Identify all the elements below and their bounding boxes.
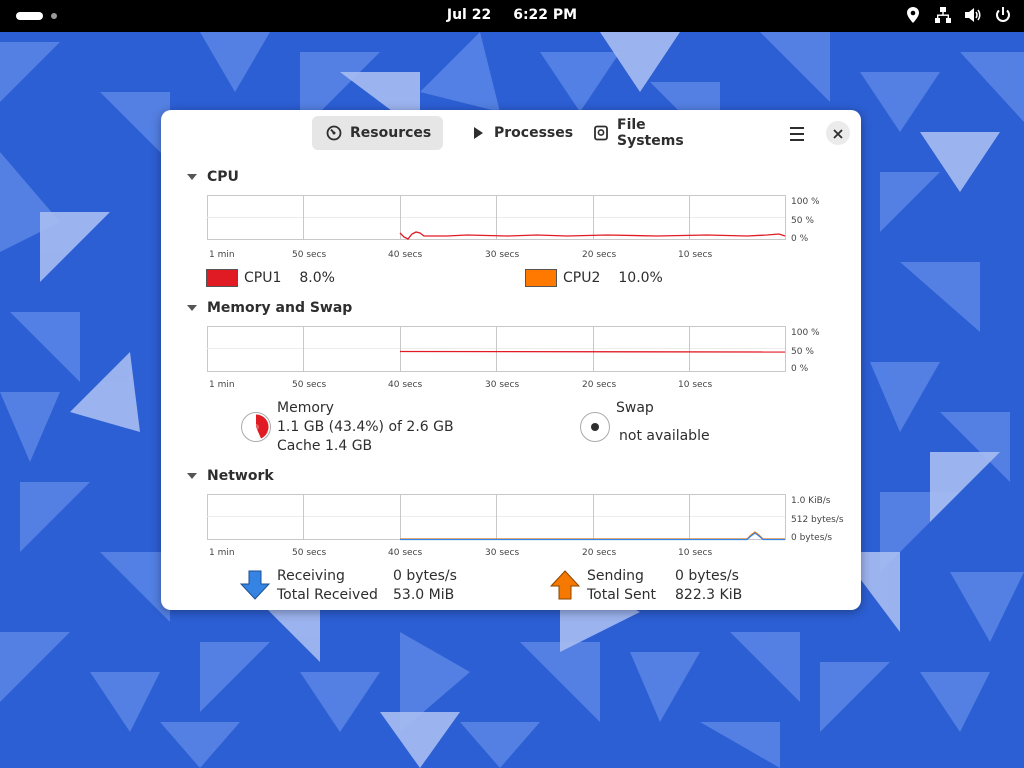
sending-value: 0 bytes/s [675,568,739,584]
memory-x-label: 30 secs [485,380,519,390]
close-icon [833,124,843,143]
header-bar: Resources Processes File Systems [161,110,861,156]
cpu-x-label: 40 secs [388,250,422,260]
cpu-y-label: 100 % [791,197,820,207]
cpu-y-label: 0 % [791,234,809,244]
network-y-label: 1.0 KiB/s [791,496,831,506]
close-button[interactable] [826,121,850,145]
memory-section-header[interactable]: Memory and Swap [187,300,352,316]
cpu1-name: CPU1 [244,270,282,286]
network-section-title: Network [207,468,274,484]
system-tray[interactable] [904,6,1012,24]
cpu2-value: 10.0% [618,270,663,286]
network-x-label: 50 secs [292,548,326,558]
sending-label: Sending [587,568,644,584]
cpu-x-label: 50 secs [292,250,326,260]
memory-x-label: 50 secs [292,380,326,390]
memory-y-label: 0 % [791,364,809,374]
total-received-value: 53.0 MiB [393,587,455,603]
cpu1-value: 8.0% [299,270,335,286]
main-menu-button[interactable] [785,124,809,144]
gauge-icon [326,125,342,141]
upload-arrow-icon [549,570,581,604]
cpu2-legend: CPU2 10.0% [525,269,663,287]
play-icon [470,125,486,141]
system-monitor-window: Resources Processes File Systems CPU 1 m… [161,110,861,610]
network-y-label: 512 bytes/s [791,515,844,525]
network-section-header[interactable]: Network [187,468,274,484]
cpu-graph: 1 min 50 secs 40 secs 30 secs 20 secs 10… [207,195,847,263]
receiving-value: 0 bytes/s [393,568,457,584]
memory-x-label: 1 min [209,380,235,390]
tab-processes-label: Processes [494,125,574,141]
total-sent-value: 822.3 KiB [675,587,743,603]
cpu2-name: CPU2 [563,270,601,286]
clock-time: 6:22 PM [513,7,578,23]
cpu-x-label: 1 min [209,250,235,260]
cpu-x-label: 20 secs [582,250,616,260]
cpu-x-label: 10 secs [678,250,712,260]
cpu-section-header[interactable]: CPU [187,169,239,185]
cache-value: Cache 1.4 GB [277,438,373,454]
network-x-label: 20 secs [582,548,616,558]
power-icon[interactable] [994,6,1012,24]
tab-file-systems[interactable]: File Systems [579,116,713,150]
memory-label: Memory [277,400,334,416]
download-arrow-icon [239,570,271,604]
network-y-label: 0 bytes/s [791,533,832,543]
memory-graph: 1 min 50 secs 40 secs 30 secs 20 secs 10… [207,326,847,392]
disk-icon [593,125,609,141]
memory-x-label: 40 secs [388,380,422,390]
network-x-label: 1 min [209,548,235,558]
cpu1-legend: CPU1 8.0% [206,269,335,287]
send-color-button[interactable] [549,570,581,600]
memory-y-label: 50 % [791,347,814,357]
memory-value: 1.1 GB (43.4%) of 2.6 GB [277,419,454,435]
location-icon[interactable] [904,6,922,24]
memory-section-title: Memory and Swap [207,300,353,316]
tab-file-systems-label: File Systems [617,117,684,149]
receiving-label: Receiving [277,568,345,584]
cpu-x-label: 30 secs [485,250,519,260]
tab-resources-label: Resources [350,125,432,141]
tab-processes[interactable]: Processes [456,116,573,150]
memory-x-label: 20 secs [582,380,616,390]
cpu-y-label: 50 % [791,216,814,226]
expander-arrow-icon [187,473,197,479]
network-icon[interactable] [934,6,952,24]
total-sent-label: Total Sent [587,587,657,603]
expander-arrow-icon [187,174,197,180]
memory-usage-pie[interactable] [240,411,272,443]
cpu2-color-swatch[interactable] [525,269,557,287]
memory-x-label: 10 secs [678,380,712,390]
volume-icon[interactable] [964,6,982,24]
network-x-label: 10 secs [678,548,712,558]
expander-arrow-icon [187,305,197,311]
clock[interactable]: Jul 22 6:22 PM [0,7,1024,23]
cpu-section-title: CPU [207,169,239,185]
network-graph: 1 min 50 secs 40 secs 30 secs 20 secs 10… [207,494,847,560]
swap-value: not available [619,428,710,444]
tab-resources[interactable]: Resources [312,116,443,150]
memory-y-label: 100 % [791,328,820,338]
receive-color-button[interactable] [239,570,271,600]
clock-date: Jul 22 [446,7,492,23]
top-bar: Jul 22 6:22 PM [0,0,1024,32]
network-x-label: 40 secs [388,548,422,558]
total-received-label: Total Received [277,587,378,603]
network-x-label: 30 secs [485,548,519,558]
cpu1-color-swatch[interactable] [206,269,238,287]
swap-label: Swap [616,400,654,416]
hamburger-icon [785,127,809,148]
swap-usage-pie[interactable] [579,411,611,443]
